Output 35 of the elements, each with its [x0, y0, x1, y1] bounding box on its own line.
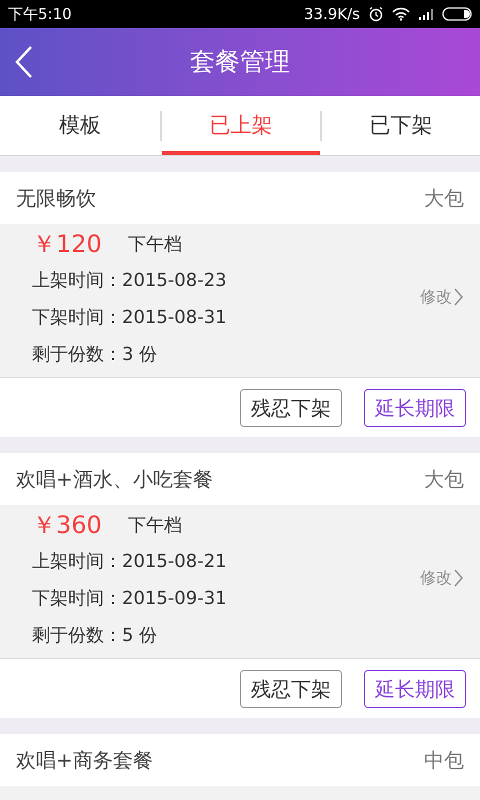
- edit-link[interactable]: 修改: [420, 566, 464, 590]
- network-speed: 33.9K/s: [304, 4, 360, 25]
- package-name: 欢唱+商务套餐: [16, 747, 153, 774]
- detail-text: 上架时间：2015-08-23: [32, 269, 228, 293]
- take-down-button[interactable]: 残忍下架: [240, 388, 342, 426]
- room-size: 中包: [424, 747, 464, 774]
- room-size: 大包: [424, 185, 464, 212]
- detail-text: 下架时间：2015-09-31: [32, 587, 228, 611]
- package-name: 无限畅饮: [16, 185, 96, 212]
- extend-button[interactable]: 延长期限: [364, 670, 466, 708]
- tab[interactable]: 已下架: [322, 96, 480, 155]
- signal-icon: [418, 7, 434, 21]
- wifi-icon: [392, 7, 410, 21]
- price: ￥360: [32, 510, 103, 541]
- back-icon[interactable]: [14, 45, 34, 79]
- time-slot: 下午档: [128, 230, 182, 258]
- detail-text: 剩于份数：3 份: [32, 343, 158, 367]
- package-name: 欢唱+酒水、小吃套餐: [16, 466, 213, 493]
- alarm-icon: [368, 6, 384, 22]
- status-time: 下午5:10: [8, 4, 72, 25]
- edit-link[interactable]: 修改: [420, 284, 464, 308]
- tab[interactable]: 模板: [0, 96, 160, 155]
- extend-button[interactable]: 延长期限: [364, 388, 466, 426]
- chevron-right-icon: [454, 288, 464, 306]
- tab[interactable]: 已上架: [162, 96, 320, 155]
- detail-text: 上架时间：2015-08-21: [32, 550, 228, 574]
- room-size: 大包: [424, 466, 464, 493]
- battery-icon: [442, 7, 472, 21]
- price: ￥120: [32, 229, 103, 260]
- page-title: 套餐管理: [190, 46, 290, 78]
- chevron-right-icon: [454, 568, 464, 586]
- take-down-button[interactable]: 残忍下架: [240, 670, 342, 708]
- time-slot: 下午档: [128, 512, 182, 538]
- detail-text: 下架时间：2015-08-31: [32, 306, 228, 330]
- detail-text: 剩于份数：5 份: [32, 624, 158, 648]
